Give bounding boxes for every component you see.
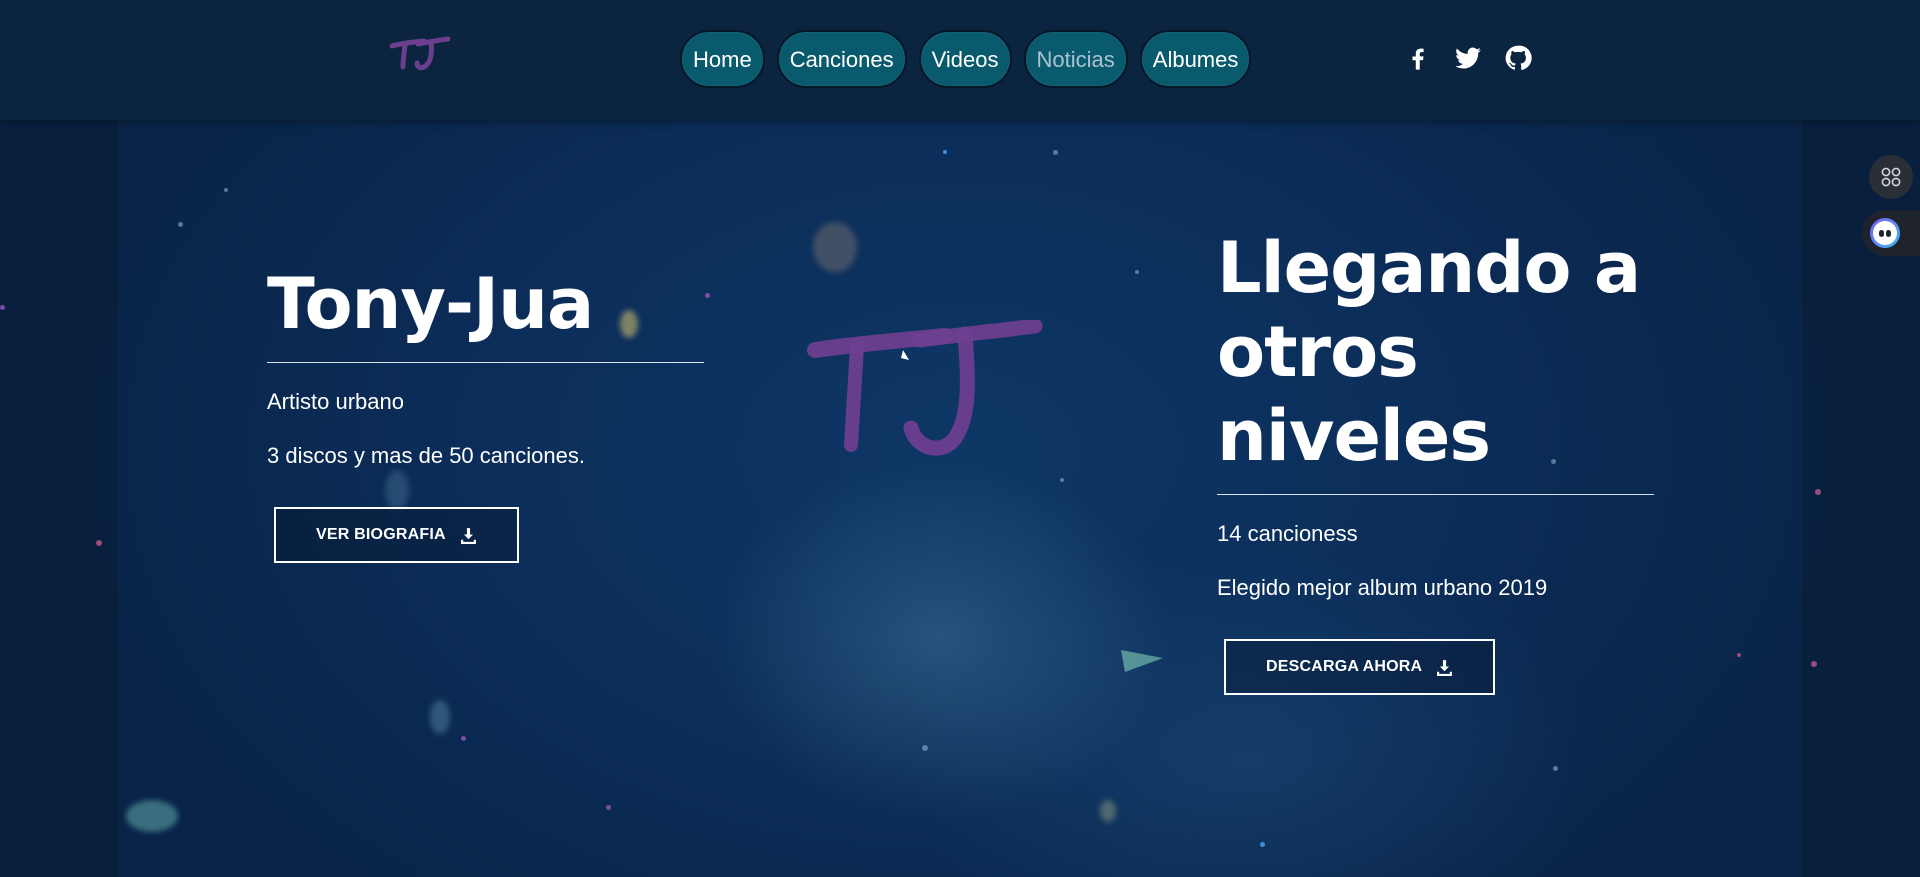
- page: Home Canciones Videos Noticias Albumes T…: [0, 0, 1920, 877]
- download-icon: [1437, 659, 1453, 676]
- particle: [705, 293, 710, 298]
- facebook-icon: [1412, 48, 1424, 70]
- hero-edge-left: [0, 120, 118, 877]
- github-link[interactable]: [1504, 44, 1532, 72]
- particle: [1553, 766, 1558, 771]
- ver-biografia-button[interactable]: VER BIOGRAFIA: [274, 507, 519, 563]
- twitter-link[interactable]: [1454, 44, 1482, 72]
- descarga-ahora-button[interactable]: DESCARGA AHORA: [1224, 639, 1496, 695]
- particle: [813, 222, 857, 272]
- particle: [126, 800, 178, 832]
- particle: [1811, 661, 1817, 667]
- hero-left: Tony-Jua Artisto urbano 3 discos y mas d…: [267, 262, 704, 563]
- nav-home[interactable]: Home: [680, 30, 765, 88]
- particle: [1260, 842, 1265, 847]
- brand-logo[interactable]: [388, 34, 452, 74]
- nav-videos[interactable]: Videos: [918, 30, 1012, 88]
- particle: [606, 805, 611, 810]
- album-title-line1: Llegando a: [1217, 227, 1641, 309]
- particle: [1100, 800, 1116, 822]
- apps-grid-button[interactable]: [1869, 155, 1913, 199]
- particle: [0, 305, 5, 310]
- particle: [96, 540, 102, 546]
- social-links: [1404, 44, 1532, 72]
- artist-genre: Artisto urbano: [267, 389, 404, 414]
- particle: [1815, 489, 1821, 495]
- particle: [943, 150, 947, 154]
- descarga-ahora-label: DESCARGA AHORA: [1266, 658, 1423, 675]
- main-nav: Home Canciones Videos Noticias Albumes: [680, 30, 1252, 88]
- divider: [1217, 494, 1654, 495]
- hero-logo: [807, 320, 1043, 456]
- particle: [224, 188, 228, 192]
- particle: [1053, 150, 1058, 155]
- twitter-icon: [1455, 47, 1481, 69]
- particle: [1737, 653, 1741, 657]
- particle: [430, 700, 450, 734]
- particle: [1135, 270, 1139, 274]
- album-title: Llegando a otros niveles: [1217, 226, 1654, 478]
- particle: [922, 745, 928, 751]
- artist-title: Tony-Jua: [267, 263, 594, 345]
- assistant-face-icon: [1870, 218, 1900, 248]
- album-award: Elegido mejor album urbano 2019: [1217, 575, 1548, 600]
- particle: [461, 736, 466, 741]
- divider: [267, 362, 704, 363]
- nav-noticias[interactable]: Noticias: [1023, 30, 1128, 88]
- ver-biografia-label: VER BIOGRAFIA: [316, 526, 446, 543]
- album-title-line2: otros niveles: [1217, 311, 1491, 477]
- artist-stats: 3 discos y mas de 50 canciones.: [267, 443, 585, 468]
- particle: [178, 222, 183, 227]
- assistant-button[interactable]: [1862, 210, 1920, 256]
- site-header: Home Canciones Videos Noticias Albumes: [0, 0, 1920, 120]
- particle: [1060, 478, 1064, 482]
- apps-grid-icon: [1881, 167, 1901, 187]
- album-song-count: 14 cancioness: [1217, 521, 1358, 546]
- download-icon: [460, 527, 476, 544]
- github-icon: [1505, 45, 1532, 70]
- nav-albumes[interactable]: Albumes: [1139, 30, 1252, 88]
- nav-canciones[interactable]: Canciones: [776, 30, 907, 88]
- hero-right: Llegando a otros niveles 14 cancioness E…: [1217, 226, 1654, 695]
- particle: [1121, 650, 1163, 672]
- facebook-link[interactable]: [1404, 44, 1432, 72]
